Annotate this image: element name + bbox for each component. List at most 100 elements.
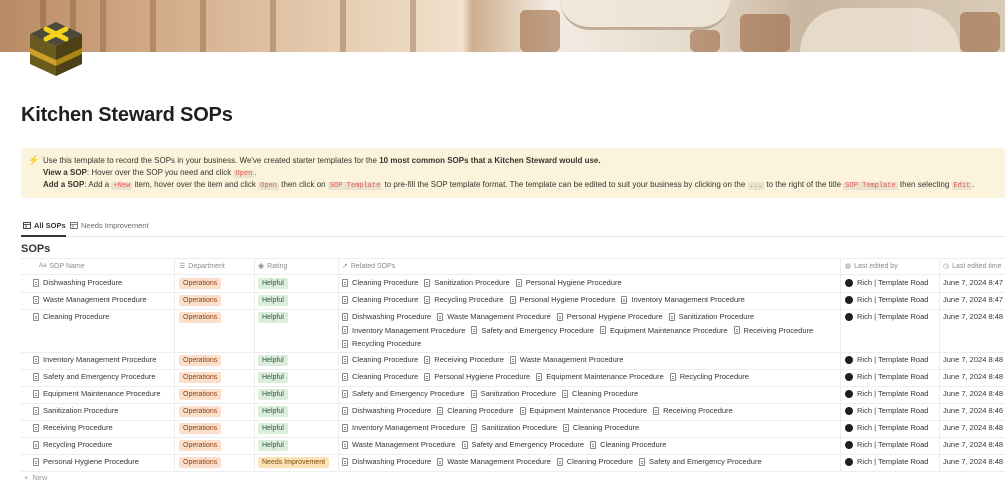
sop-name-cell[interactable]: Receiving Procedure [33,423,113,432]
sop-name-cell[interactable]: Cleaning Procedure [33,312,109,321]
related-sops-cell[interactable]: Cleaning Procedure Receiving Procedure Was… [342,355,629,364]
related-sop-link[interactable]: Recycling Procedure [342,339,421,348]
related-sops-cell[interactable]: Waste Management Procedure Safety and Eme… [342,440,672,449]
related-sop-link[interactable]: Inventory Management Procedure [342,326,465,335]
related-sops-cell[interactable]: Cleaning Procedure Personal Hygiene Proce… [342,372,755,381]
database-title[interactable]: SOPs [21,243,50,255]
related-sop-link[interactable]: Cleaning Procedure [342,372,418,381]
rating-cell[interactable]: Helpful [258,406,288,417]
table-row[interactable]: Inventory Management Procedure Operations… [21,352,1005,369]
table-row[interactable]: Receiving Procedure Operations Helpful Inve… [21,420,1005,437]
related-sop-link[interactable]: Receiving Procedure [424,355,504,364]
related-sop-link[interactable]: Cleaning Procedure [342,278,418,287]
related-sop-link[interactable]: Equipment Maintenance Procedure [599,326,728,335]
related-sop-link[interactable]: Safety and Emergency Procedure [342,389,465,398]
related-sop-link[interactable]: Sanitization Procedure [471,423,557,432]
related-sop-link[interactable]: Inventory Management Procedure [621,295,745,304]
table-row[interactable]: Cleaning Procedure Operations Helpful Dishw… [21,309,1005,352]
related-sops-cell[interactable]: Recycling Procedure [342,339,427,348]
rating-cell[interactable]: Helpful [258,372,288,383]
related-sop-link[interactable]: Safety and Emergency Procedure [471,326,594,335]
department-cell[interactable]: Operations [179,372,222,383]
table-row[interactable]: Safety and Emergency Procedure Operations… [21,369,1005,386]
department-cell[interactable]: Operations [179,355,222,366]
related-sop-link[interactable]: Cleaning Procedure [342,295,418,304]
related-sop-link[interactable]: Recycling Procedure [424,295,504,304]
related-sop-link[interactable]: Dishwashing Procedure [342,312,431,321]
related-sop-link[interactable]: Safety and Emergency Procedure [639,457,762,466]
rating-cell[interactable]: Helpful [258,295,288,306]
related-sop-link[interactable]: Waste Management Procedure [342,440,456,449]
sop-name-cell[interactable]: Dishwashing Procedure [33,278,122,287]
column-header-last-edited-by[interactable]: ◍ Last edited by [845,258,898,274]
related-sop-link[interactable]: Cleaning Procedure [437,406,514,415]
related-sop-link[interactable]: Personal Hygiene Procedure [556,312,663,321]
related-sop-link[interactable]: Cleaning Procedure [342,355,418,364]
department-cell[interactable]: Operations [179,295,222,306]
department-cell[interactable]: Operations [179,440,222,451]
rating-cell[interactable]: Helpful [258,278,288,289]
sop-name-cell[interactable]: Recycling Procedure [33,440,112,449]
related-sop-link[interactable]: Personal Hygiene Procedure [424,372,530,381]
department-cell[interactable]: Operations [179,278,222,289]
table-row[interactable]: Personal Hygiene Procedure Operations Need… [21,454,1005,471]
column-header-sop-name[interactable]: Aa SOP Name [39,258,85,274]
related-sop-link[interactable]: Sanitization Procedure [668,312,754,321]
related-sop-link[interactable]: Recycling Procedure [669,372,749,381]
table-row[interactable]: Equipment Maintenance Procedure Operation… [21,386,1005,403]
table-row[interactable]: Waste Management Procedure Operations Help… [21,292,1005,309]
related-sops-cell[interactable]: Dishwashing Procedure Cleaning Procedure E… [342,406,739,415]
related-sop-link[interactable]: Cleaning Procedure [556,457,633,466]
related-sop-link[interactable]: Sanitization Procedure [424,278,510,287]
related-sop-link[interactable]: Cleaning Procedure [562,423,639,432]
related-sops-cell[interactable]: Safety and Emergency Procedure Sanitizati… [342,389,644,398]
related-sop-link[interactable]: Waste Management Procedure [437,312,551,321]
sop-name-cell[interactable]: Personal Hygiene Procedure [33,457,139,466]
related-sop-link[interactable]: Sanitization Procedure [470,389,556,398]
new-row-button[interactable]: + New [24,473,47,482]
rating-cell[interactable]: Helpful [258,440,288,451]
department-cell[interactable]: Operations [179,406,222,417]
sop-name-cell[interactable]: Waste Management Procedure [33,295,147,304]
table-row[interactable]: Dishwashing Procedure Operations Helpful Cl… [21,275,1005,292]
department-cell[interactable]: Operations [179,457,222,468]
department-cell[interactable]: Operations [179,423,222,434]
tab-all-sops[interactable]: All SOPs [23,221,66,230]
related-sops-cell[interactable]: Dishwashing Procedure Waste Management Pr… [342,457,768,466]
rating-cell[interactable]: Helpful [258,389,288,400]
column-header-rating[interactable]: ◉ Rating [258,258,287,274]
related-sops-cell[interactable]: Dishwashing Procedure Waste Management Pr… [342,312,760,321]
sop-name-cell[interactable]: Inventory Management Procedure [33,355,156,364]
related-sop-link[interactable]: Cleaning Procedure [562,389,638,398]
sop-name-cell[interactable]: Sanitization Procedure [33,406,118,415]
rating-cell[interactable]: Needs Improvement [258,457,330,468]
related-sop-link[interactable]: Waste Management Procedure [509,355,623,364]
sop-name-cell[interactable]: Safety and Emergency Procedure [33,372,156,381]
rating-cell[interactable]: Helpful [258,355,288,366]
rating-cell[interactable]: Helpful [258,423,288,434]
related-sop-link[interactable]: Cleaning Procedure [590,440,666,449]
related-sop-link[interactable]: Safety and Emergency Procedure [461,440,584,449]
related-sop-link[interactable]: Personal Hygiene Procedure [509,295,615,304]
table-row[interactable]: Recycling Procedure Operations Helpful Wast… [21,437,1005,454]
related-sops-cell[interactable]: Cleaning Procedure Recycling Procedure Per… [342,295,751,304]
related-sops-cell[interactable]: Inventory Management Procedure Safety and… [342,326,819,335]
related-sop-link[interactable]: Personal Hygiene Procedure [515,278,622,287]
related-sops-cell[interactable]: Cleaning Procedure Sanitization Procedure… [342,278,628,287]
department-cell[interactable]: Operations [179,312,222,323]
related-sop-link[interactable]: Inventory Management Procedure [342,423,465,432]
rating-cell[interactable]: Helpful [258,312,288,323]
related-sop-link[interactable]: Equipment Maintenance Procedure [536,372,664,381]
related-sop-link[interactable]: Receiving Procedure [733,326,813,335]
related-sops-cell[interactable]: Inventory Management Procedure Sanitizati… [342,423,645,432]
column-header-related-sops[interactable]: ↗ Related SOPs [342,258,395,274]
sop-name-cell[interactable]: Equipment Maintenance Procedure [33,389,161,398]
column-header-department[interactable]: ☰ Department [179,258,225,274]
department-cell[interactable]: Operations [179,389,222,400]
related-sop-link[interactable]: Waste Management Procedure [437,457,551,466]
tab-needs-improvement[interactable]: Needs Improvement [70,221,149,230]
related-sop-link[interactable]: Dishwashing Procedure [342,457,431,466]
related-sop-link[interactable]: Equipment Maintenance Procedure [519,406,647,415]
column-header-last-edited-time[interactable]: ◷ Last edited time [943,258,1002,274]
related-sop-link[interactable]: Receiving Procedure [653,406,733,415]
